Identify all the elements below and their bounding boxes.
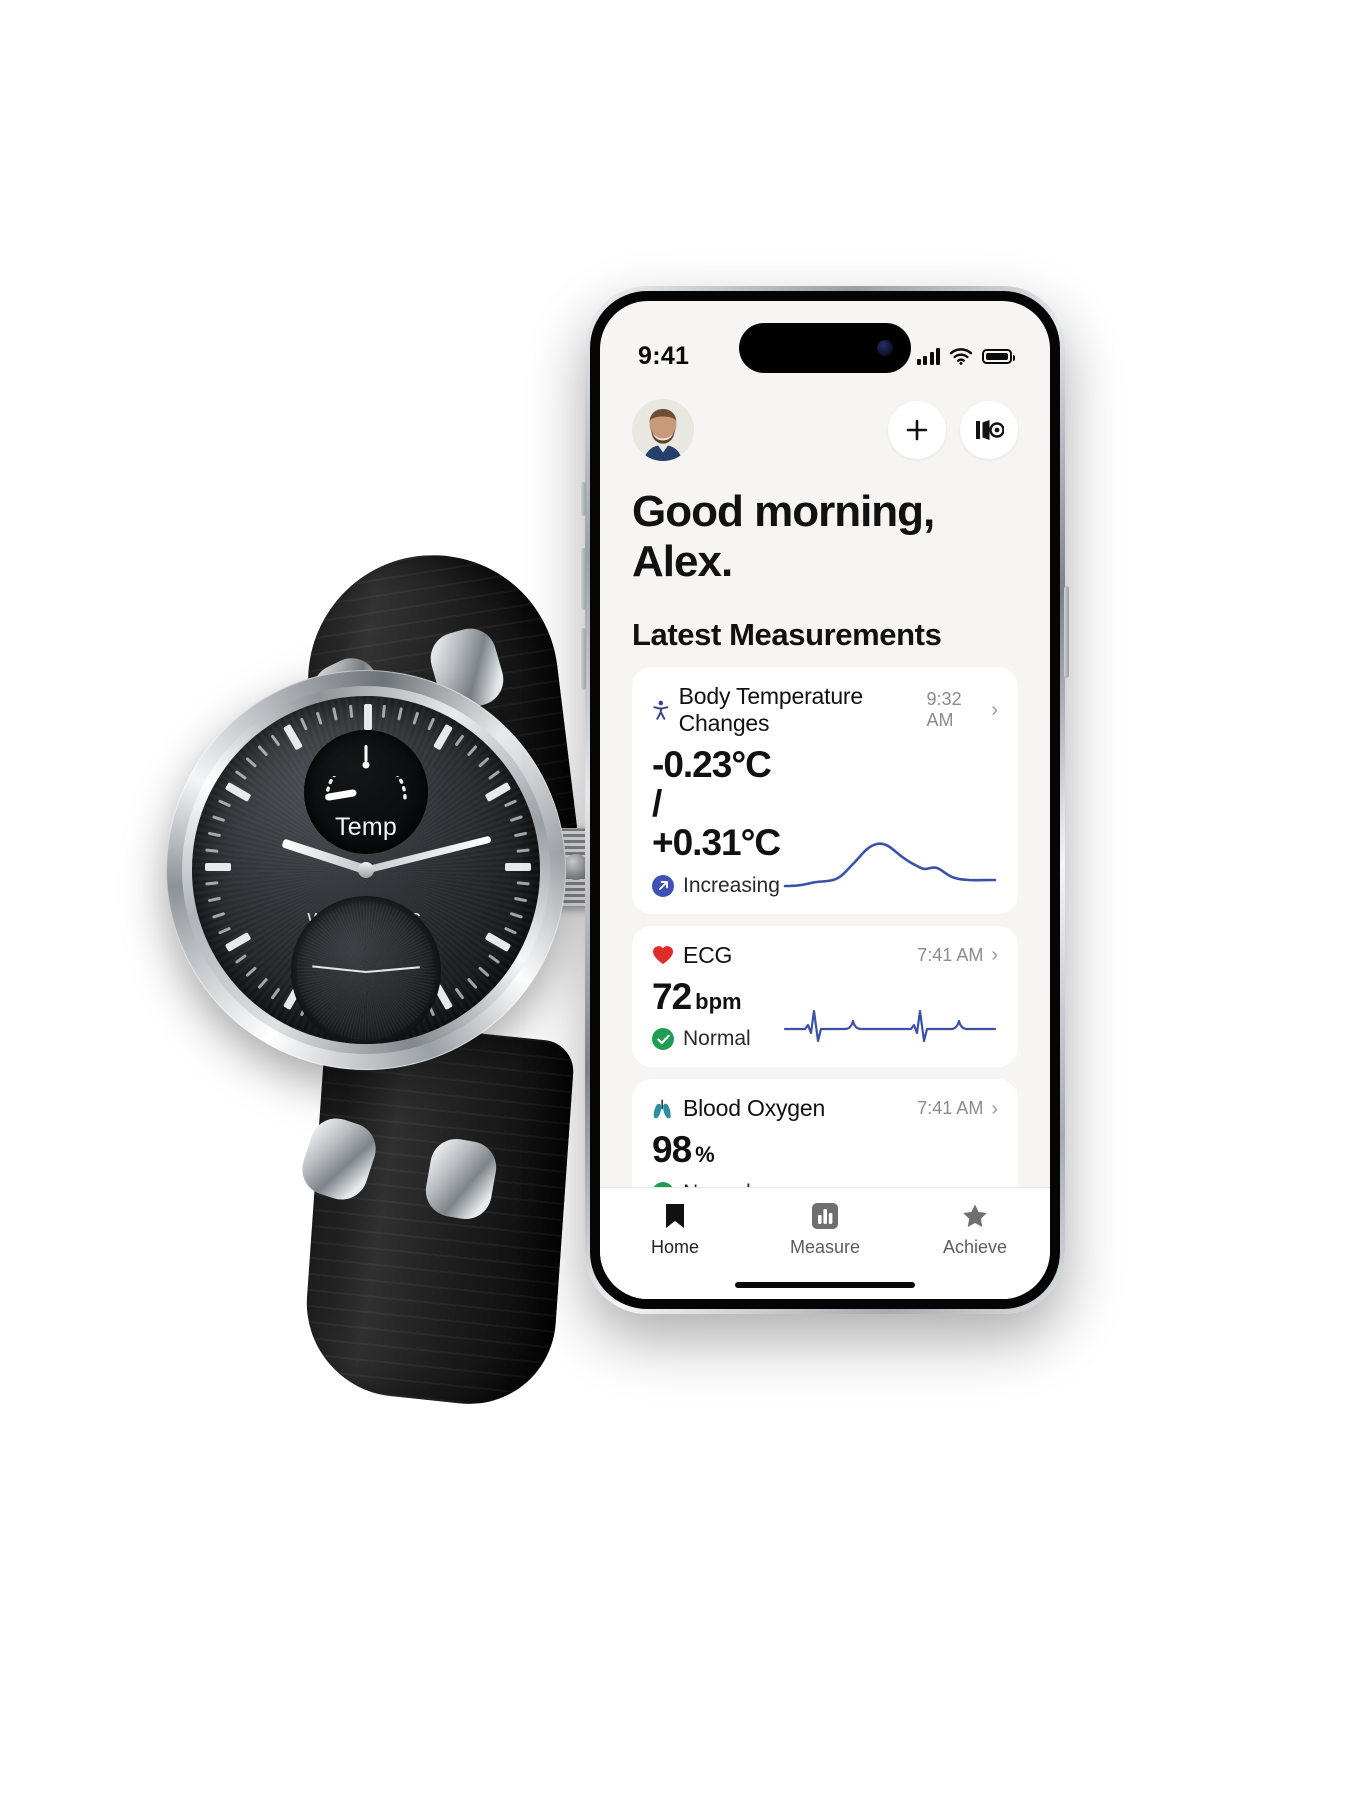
card-status: Increasing (652, 874, 783, 898)
chevron-right-icon[interactable]: › (991, 945, 998, 965)
check-icon (656, 1034, 670, 1044)
card-meta: 7:41 AM › (917, 1098, 998, 1119)
card-status-label: Increasing (683, 873, 780, 897)
hands-center-cap (358, 862, 374, 878)
tab-achieve[interactable]: Achieve (900, 1202, 1050, 1258)
silent-switch[interactable] (581, 482, 586, 516)
star-icon (963, 1204, 987, 1227)
temperature-gauge-icon (325, 776, 407, 801)
tab-home[interactable]: Home (600, 1202, 750, 1258)
card-value-block: 72 bpm Normal (652, 975, 751, 1052)
lungs-icon (653, 1099, 671, 1119)
battery-icon (982, 348, 1015, 364)
card-body: -0.23°C / +0.31°C Increasing (652, 744, 998, 898)
card-header: ECG 7:41 AM › (652, 942, 998, 969)
avatar[interactable] (632, 399, 694, 461)
card-meta: 9:32 AM › (927, 689, 998, 731)
tab-label-home: Home (650, 1237, 699, 1257)
chevron-right-icon[interactable]: › (991, 700, 998, 720)
iphone-device: 9:41 Good morning, Alex. Latest Measurem… (581, 286, 1069, 1314)
card-body: 72 bpm Normal (652, 975, 998, 1052)
page-title: Good morning, Alex. (632, 487, 935, 586)
section-title: Latest Measurements (632, 617, 942, 652)
add-button[interactable] (888, 401, 946, 459)
tab-label-measure: Measure (789, 1237, 861, 1257)
card-timestamp: 7:41 AM (917, 944, 984, 965)
home-indicator[interactable] (735, 1282, 915, 1288)
watch-dial: Temp WITHINGS (192, 696, 540, 1044)
card-title-group: Blood Oxygen (652, 1095, 825, 1122)
status-bar-time: 9:41 (638, 341, 690, 370)
temperature-sparkline (783, 841, 997, 887)
heart-icon (653, 946, 673, 965)
device-scan-icon (976, 420, 1004, 440)
card-value-unit: % (695, 1142, 715, 1168)
thermometer-icon (362, 745, 370, 769)
card-header: Body Temperature Changes 9:32 AM › (652, 683, 998, 737)
card-value-unit: bpm (695, 988, 742, 1014)
bottom-tab-bar: Home Measure Achieve (600, 1187, 1050, 1299)
tab-measure[interactable]: Measure (750, 1202, 900, 1258)
temperature-subdial: Temp (304, 730, 428, 854)
status-badge (652, 1028, 674, 1051)
phone-screen: 9:41 Good morning, Alex. Latest Measurem… (600, 301, 1050, 1299)
cellular-signal-icon (916, 347, 940, 365)
card-title: ECG (683, 941, 733, 968)
activity-subdial (291, 896, 441, 1044)
avatar-photo (632, 399, 694, 461)
withings-health-mate-app: Good morning, Alex. Latest Measurements … (600, 393, 1050, 1299)
measurement-card[interactable]: ECG 7:41 AM › 72 bpm Normal (632, 925, 1018, 1068)
card-title-group: Body Temperature Changes (652, 683, 927, 737)
status-badge (652, 874, 674, 897)
card-value: 98% (652, 1129, 715, 1171)
arrow-up-right-icon (658, 881, 668, 890)
watch-strap-bottom (300, 1017, 576, 1413)
dynamic-island (739, 323, 911, 373)
volume-up-button[interactable] (581, 548, 586, 610)
home-bookmark-icon (666, 1204, 684, 1228)
card-value: 72 bpm (652, 975, 742, 1017)
dial-hour-marker (505, 863, 531, 871)
card-value-block: -0.23°C / +0.31°C Increasing (652, 744, 783, 898)
body-temperature-icon (653, 700, 669, 720)
ecg-sparkline (783, 1010, 997, 1043)
power-button[interactable] (1064, 586, 1069, 678)
card-header: Blood Oxygen 7:41 AM › (652, 1095, 998, 1122)
front-camera-icon (877, 340, 893, 356)
card-title-group: ECG (652, 942, 732, 969)
subdial-label: Temp (335, 813, 397, 841)
card-timestamp: 7:41 AM (917, 1098, 984, 1119)
wifi-icon (949, 348, 973, 365)
phone-bezel: 9:41 Good morning, Alex. Latest Measurem… (590, 291, 1060, 1309)
app-top-bar (600, 393, 1050, 461)
card-timestamp: 9:32 AM (926, 689, 962, 730)
card-title: Blood Oxygen (683, 1095, 826, 1122)
plus-icon (906, 419, 928, 441)
strap-texture (300, 1017, 576, 1413)
watch-case: Temp WITHINGS (166, 670, 566, 1070)
chevron-right-icon[interactable]: › (991, 1099, 998, 1119)
card-meta: 7:41 AM › (917, 945, 998, 966)
volume-down-button[interactable] (581, 628, 586, 690)
device-scan-button[interactable] (960, 401, 1018, 459)
card-status-label: Normal (683, 1027, 751, 1051)
top-action-buttons (888, 401, 1018, 459)
card-status: Normal (652, 1027, 751, 1051)
bar-chart-icon (812, 1203, 838, 1229)
measurement-card[interactable]: Body Temperature Changes 9:32 AM › -0.23°C … (632, 667, 1018, 914)
card-value: -0.23°C / +0.31°C (652, 744, 781, 863)
tab-label-achieve: Achieve (942, 1237, 1008, 1257)
card-title: Body Temperature Changes (678, 683, 864, 736)
status-bar-indicators (916, 347, 1015, 365)
scene: Temp WITHINGS 9:41 (0, 0, 1350, 1800)
dial-hour-marker (364, 704, 372, 730)
dial-hour-marker (205, 863, 231, 871)
